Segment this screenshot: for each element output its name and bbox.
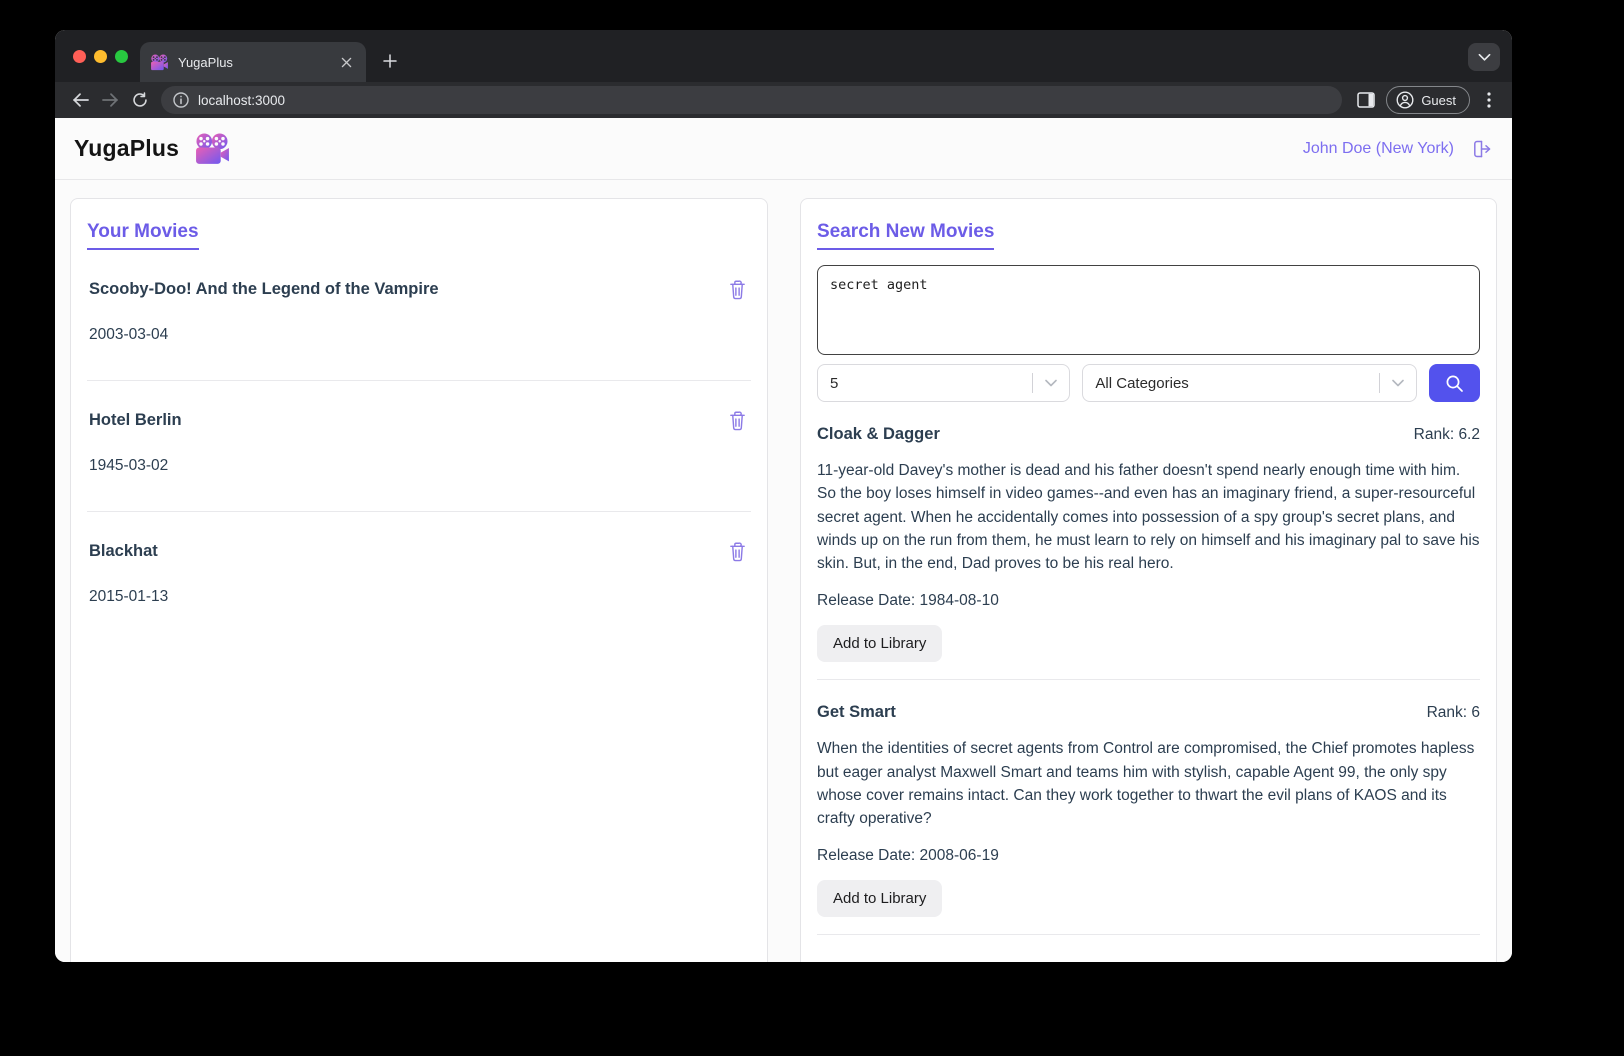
movie-title: Scooby-Doo! And the Legend of the Vampir… <box>89 279 439 298</box>
reload-icon[interactable] <box>125 86 155 114</box>
result-title: Get Smart <box>817 703 896 722</box>
browser-tab[interactable]: YugaPlus <box>140 42 366 82</box>
window-zoom-button[interactable] <box>115 50 128 63</box>
movie-release-date: 1945-03-02 <box>89 457 169 474</box>
yugaplus-app: YugaPlus John Doe (New York) Your Movies… <box>55 118 1512 962</box>
window-minimize-button[interactable] <box>94 50 107 63</box>
window-controls <box>73 50 128 63</box>
movie-title: Blackhat <box>89 541 158 560</box>
results-limit-select[interactable]: 5 <box>817 364 1071 402</box>
brand: YugaPlus <box>74 132 231 165</box>
tab-list-chevron-icon[interactable] <box>1468 43 1500 71</box>
result-release-date: Release Date: 2008-06-19 <box>817 847 999 865</box>
category-select[interactable]: All Categories <box>1082 364 1418 402</box>
result-separator <box>817 934 1480 936</box>
window-close-button[interactable] <box>73 50 86 63</box>
browser-menu-icon[interactable] <box>1476 86 1502 114</box>
category-value: All Categories <box>1095 374 1189 392</box>
search-result: Cloak & Dagger Rank: 6.2 11-year-old Dav… <box>817 402 1480 681</box>
your-movies-title: Your Movies <box>87 221 199 250</box>
favicon-movie-camera-icon <box>150 54 169 71</box>
app-header: YugaPlus John Doe (New York) <box>55 118 1512 180</box>
browser-window: YugaPlus localhost:3000 Guest YugaPlus J… <box>55 30 1512 962</box>
search-panel: Search New Movies secret agent 5 All Cat… <box>800 198 1497 962</box>
movie-title: Hotel Berlin <box>89 410 182 429</box>
library-movie-row: Scooby-Doo! And the Legend of the Vampir… <box>87 250 751 381</box>
user-name-link[interactable]: John Doe (New York) <box>1303 140 1454 158</box>
tab-title: YugaPlus <box>178 54 233 70</box>
result-release-date: Release Date: 1984-08-10 <box>817 592 999 610</box>
browser-tab-strip: YugaPlus <box>55 30 1512 82</box>
your-movies-panel: Your Movies Scooby-Doo! And the Legend o… <box>70 198 768 962</box>
delete-movie-trash-icon[interactable] <box>725 408 749 432</box>
guest-avatar-icon <box>1396 91 1414 109</box>
library-movie-row: Blackhat 2015-01-13 <box>87 512 751 642</box>
sign-out-icon[interactable] <box>1471 139 1493 159</box>
add-to-library-button[interactable]: Add to Library <box>817 880 943 918</box>
address-bar[interactable]: localhost:3000 <box>161 86 1343 114</box>
forward-icon[interactable] <box>95 86 125 114</box>
search-input[interactable]: secret agent <box>817 265 1480 355</box>
new-tab-icon[interactable] <box>376 47 404 75</box>
search-controls: 5 All Categories <box>817 364 1480 402</box>
movie-release-date: 2015-01-13 <box>89 588 169 605</box>
result-description: 11-year-old Davey's mother is dead and h… <box>817 462 1480 572</box>
chevron-down-icon <box>1033 379 1069 387</box>
search-result: Get Smart Rank: 6 When the identities of… <box>817 680 1480 936</box>
results-limit-value: 5 <box>830 374 839 392</box>
add-to-library-button[interactable]: Add to Library <box>817 625 943 663</box>
delete-movie-trash-icon[interactable] <box>725 539 749 563</box>
library-movie-row: Hotel Berlin 1945-03-02 <box>87 381 751 512</box>
result-rank: Rank: 6.2 <box>1413 426 1480 443</box>
result-title: Cloak & Dagger <box>817 425 940 443</box>
search-title: Search New Movies <box>817 221 995 250</box>
movie-camera-icon <box>194 132 231 165</box>
url-text: localhost:3000 <box>198 92 286 108</box>
magnifier-icon <box>1445 374 1464 393</box>
side-panel-icon[interactable] <box>1352 86 1380 114</box>
guest-label: Guest <box>1421 92 1456 108</box>
result-rank: Rank: 6 <box>1426 704 1480 722</box>
result-description: When the identities of secret agents fro… <box>817 740 1475 827</box>
tab-close-icon[interactable] <box>336 52 356 72</box>
page-info-icon[interactable] <box>173 92 189 108</box>
chevron-down-icon <box>1380 379 1416 387</box>
browser-toolbar: localhost:3000 Guest <box>55 82 1512 118</box>
movie-release-date: 2003-03-04 <box>89 326 169 343</box>
guest-profile-button[interactable]: Guest <box>1386 86 1470 114</box>
search-submit-button[interactable] <box>1429 364 1480 402</box>
back-icon[interactable] <box>65 86 95 114</box>
user-area: John Doe (New York) <box>1303 139 1493 159</box>
brand-name: YugaPlus <box>74 135 180 161</box>
main-content: Your Movies Scooby-Doo! And the Legend o… <box>55 180 1512 962</box>
delete-movie-trash-icon[interactable] <box>725 277 749 301</box>
